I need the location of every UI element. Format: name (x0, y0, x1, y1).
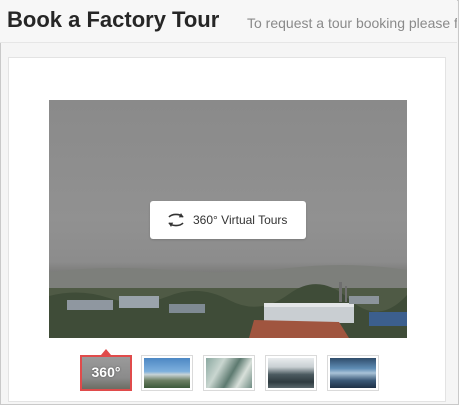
thumbnail-strip: 360° (0, 355, 459, 395)
thumbnail-production-line[interactable] (203, 355, 255, 391)
thumbnail-assembly-hall[interactable] (327, 355, 379, 391)
virtual-tour-label: 360° Virtual Tours (193, 213, 288, 227)
page-header: Book a Factory Tour To request a tour bo… (0, 0, 457, 43)
thumbnail-factory-exterior[interactable] (141, 355, 193, 391)
rotate-360-icon (164, 210, 188, 230)
page-subtitle: To request a tour booking please f (247, 15, 457, 31)
thumbnail-360-label: 360° (91, 364, 121, 380)
thumbnail-360[interactable]: 360° (80, 355, 132, 391)
page-title: Book a Factory Tour (7, 7, 220, 32)
virtual-tour-badge[interactable]: 360° Virtual Tours (150, 201, 306, 239)
thumbnail-workshop[interactable] (265, 355, 317, 391)
